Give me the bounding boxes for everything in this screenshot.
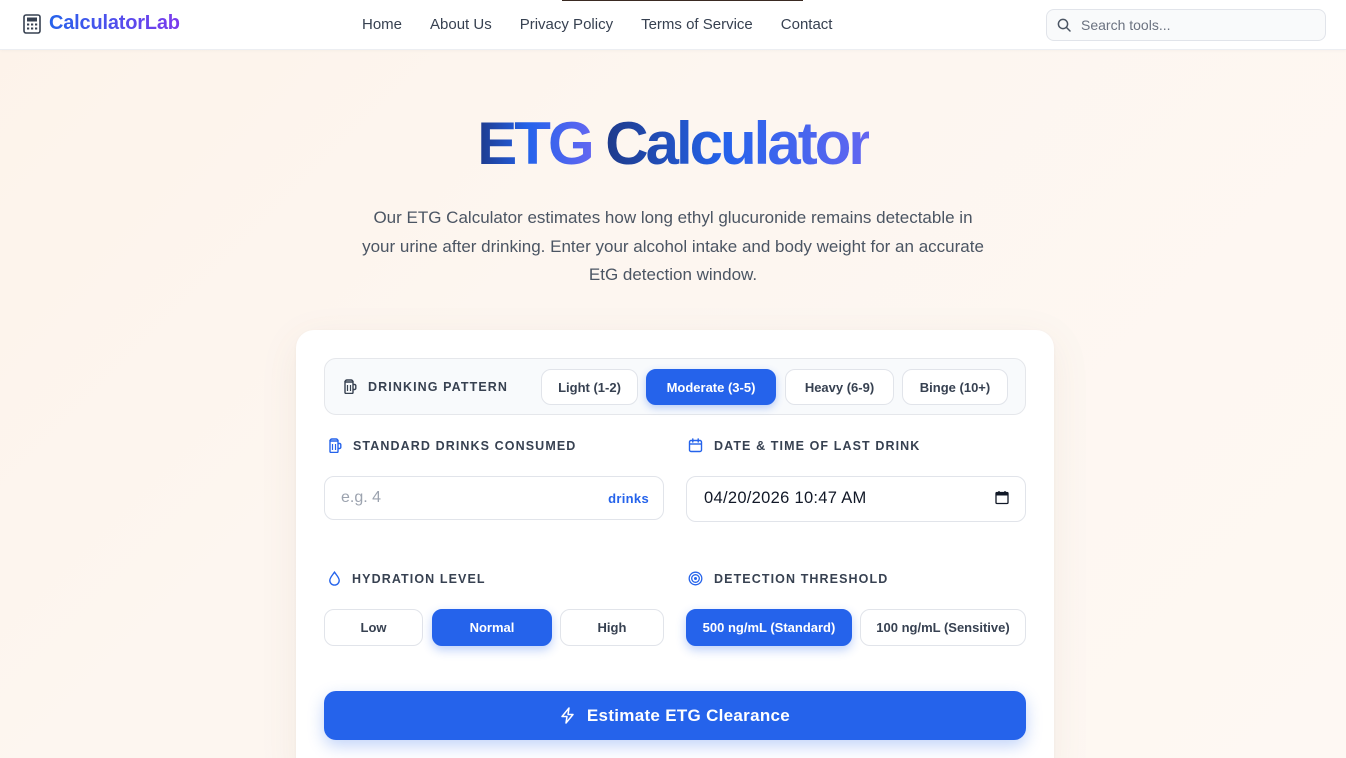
site-header: CalculatorLab Home About Us Privacy Poli… (0, 0, 1346, 50)
last-drink-input[interactable]: 04/20/2026 10:47 AM (686, 476, 1026, 522)
title-part-2: Calculator (605, 110, 871, 177)
hydration-label-text: HYDRATION LEVEL (352, 571, 486, 586)
calendar-picker-icon[interactable] (995, 490, 1009, 505)
estimate-clearance-label: Estimate ETG Clearance (586, 705, 791, 725)
pattern-binge-button[interactable]: Binge (10+) (902, 369, 1008, 405)
calendar-icon (688, 438, 703, 453)
pattern-moderate-button[interactable]: Moderate (3-5) (646, 369, 776, 405)
nav-privacy-policy[interactable]: Privacy Policy (520, 16, 613, 33)
page-title: ETG Calculator (0, 108, 1346, 180)
nav-terms-of-service[interactable]: Terms of Service (641, 16, 753, 33)
drinking-pattern-label: DRINKING PATTERN (343, 379, 508, 394)
target-icon (688, 571, 703, 586)
threshold-label: DETECTION THRESHOLD (688, 571, 888, 586)
search-icon (1057, 18, 1071, 32)
last-drink-value: 04/20/2026 10:47 AM (704, 489, 867, 507)
drinking-pattern-text: DRINKING PATTERN (368, 379, 509, 394)
top-strip (562, 0, 803, 1)
search-input[interactable] (1081, 17, 1301, 33)
drinks-input[interactable] (341, 489, 581, 507)
drinking-pattern-group: DRINKING PATTERN Light (1-2) Moderate (3… (324, 358, 1026, 415)
last-drink-label: DATE & TIME OF LAST DRINK (688, 438, 920, 453)
threshold-sensitive-button[interactable]: 100 ng/mL (Sensitive) (860, 609, 1026, 646)
hydration-label: HYDRATION LEVEL (328, 571, 486, 586)
beer-mug-icon (329, 438, 342, 453)
drinks-input-wrapper: drinks (324, 476, 664, 520)
last-drink-label-text: DATE & TIME OF LAST DRINK (714, 438, 921, 453)
threshold-standard-button[interactable]: 500 ng/mL (Standard) (686, 609, 852, 646)
drinks-label: STANDARD DRINKS CONSUMED (328, 438, 576, 453)
title-part-1: ETG (477, 110, 594, 177)
page-subtitle: Our ETG Calculator estimates how long et… (362, 208, 984, 284)
main-nav: Home About Us Privacy Policy Terms of Se… (362, 16, 832, 33)
estimate-clearance-button[interactable]: Estimate ETG Clearance (324, 691, 1026, 740)
threshold-label-text: DETECTION THRESHOLD (714, 571, 889, 586)
beer-mug-icon (344, 379, 357, 394)
nav-home[interactable]: Home (362, 16, 402, 33)
nav-about-us[interactable]: About Us (430, 16, 492, 33)
pattern-heavy-button[interactable]: Heavy (6-9) (785, 369, 894, 405)
water-drop-icon (329, 571, 340, 586)
calculator-icon (23, 13, 41, 34)
drinks-label-text: STANDARD DRINKS CONSUMED (353, 438, 577, 453)
search-box (1046, 9, 1326, 41)
site-logo[interactable]: CalculatorLab (23, 12, 180, 35)
drinks-suffix: drinks (608, 491, 649, 506)
logo-text: CalculatorLab (49, 12, 180, 34)
hydration-normal-button[interactable]: Normal (432, 609, 552, 646)
hydration-high-button[interactable]: High (560, 609, 664, 646)
pattern-light-button[interactable]: Light (1-2) (541, 369, 638, 405)
lightning-icon (561, 707, 574, 724)
calculator-card: DRINKING PATTERN Light (1-2) Moderate (3… (296, 330, 1054, 758)
hydration-low-button[interactable]: Low (324, 609, 423, 646)
nav-contact[interactable]: Contact (781, 16, 833, 33)
